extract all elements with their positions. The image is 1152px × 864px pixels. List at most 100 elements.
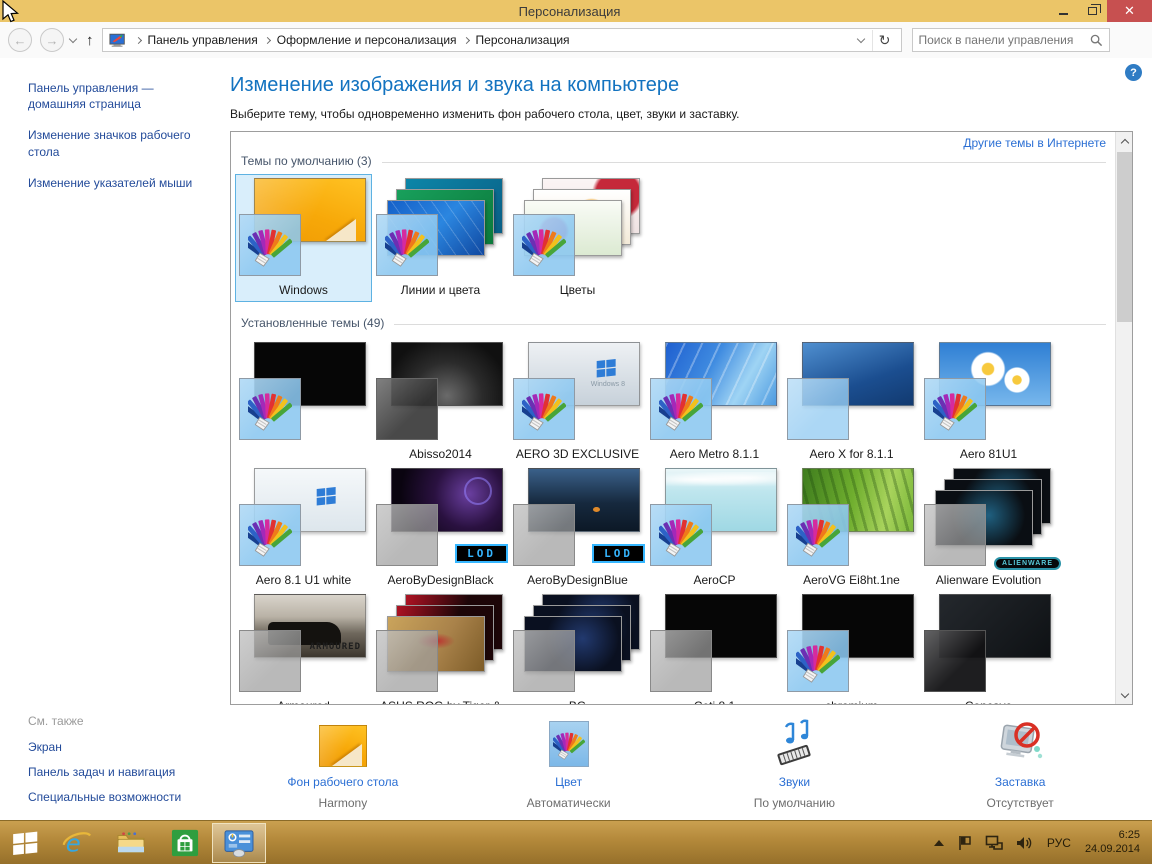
back-button[interactable]: ← [8, 28, 32, 52]
color-icon [548, 717, 589, 767]
setting-label[interactable]: Заставка [995, 775, 1046, 789]
theme-item-aerobydesignblue[interactable]: LOD AeroByDesignBlue [509, 464, 646, 592]
scroll-up-button[interactable] [1116, 132, 1132, 149]
theme-label: chromium [787, 699, 916, 704]
refresh-button[interactable]: ↻ [871, 29, 897, 51]
theme-item-flowers[interactable]: Цветы [509, 174, 646, 302]
volume-icon[interactable] [1015, 835, 1033, 851]
setting-value: По умолчанию [753, 796, 835, 810]
taskbar-store[interactable] [158, 823, 212, 863]
sounds-icon [768, 717, 820, 767]
address-dropdown-chevron-icon[interactable] [856, 34, 866, 44]
setting-label[interactable]: Фон рабочего стола [287, 775, 398, 789]
recent-pages-chevron-icon[interactable] [68, 34, 78, 44]
theme-item-chromium[interactable]: chromium [783, 590, 920, 704]
theme-swatch-icon [239, 214, 301, 276]
up-button[interactable]: ↑ [86, 32, 94, 49]
lod-badge: LOD [455, 544, 508, 563]
scroll-down-button[interactable] [1116, 687, 1132, 704]
theme-swatch-icon [650, 378, 712, 440]
theme-item-asus-rog[interactable]: ASUS ROG by Tiger & [372, 590, 509, 704]
scrollbar-thumb[interactable] [1117, 152, 1132, 322]
theme-label: AERO 3D EXCLUSIVE [515, 447, 640, 461]
theme-list-scrollbar[interactable] [1115, 132, 1132, 704]
theme-label [239, 447, 368, 462]
theme-item-aero-x[interactable]: Aero X for 8.1.1 [783, 338, 920, 466]
theme-item-abisso2014[interactable]: Abisso2014 [372, 338, 509, 466]
sidebar-link-desktop-icons[interactable]: Изменение значков рабочего стола [28, 127, 213, 159]
theme-item-bg[interactable]: BG [509, 590, 646, 704]
taskbar-internet-explorer[interactable]: e [50, 823, 104, 863]
close-button[interactable]: ✕ [1107, 0, 1152, 22]
sidebar-link-display[interactable]: Экран [28, 740, 213, 754]
restore-button[interactable] [1078, 0, 1107, 22]
desktop-background-icon [318, 717, 367, 767]
theme-label: ASUS ROG by Tiger & [376, 699, 505, 704]
clock-time: 6:25 [1118, 828, 1140, 841]
breadcrumb-appearance[interactable]: Оформление и персонализация [277, 33, 457, 47]
personalization-icon [108, 33, 125, 47]
setting-label[interactable]: Звуки [779, 775, 810, 789]
theme-item-aero-3d-exclusive[interactable]: Windows 8 AERO 3D EXCLUSIVE [509, 338, 646, 466]
start-button[interactable] [0, 823, 50, 863]
page-subtitle: Выберите тему, чтобы одновременно измени… [230, 107, 740, 121]
taskbar-clock[interactable]: 6:25 24.09.2014 [1085, 829, 1140, 857]
sidebar-link-control-panel-home[interactable]: Панель управления — домашняя страница [28, 80, 213, 112]
desktop-background-setting[interactable]: Фон рабочего стола Harmony [230, 717, 456, 810]
address-bar[interactable]: Панель управления Оформление и персонали… [101, 28, 902, 52]
wallpaper-caption: Windows 8 [590, 381, 625, 388]
theme-item-unnamed[interactable] [235, 338, 372, 466]
setting-value: Отсутствует [986, 796, 1054, 810]
taskbar-file-explorer[interactable] [104, 823, 158, 863]
sounds-setting[interactable]: Звуки По умолчанию [682, 717, 908, 810]
theme-item-aero-81-u1-white[interactable]: Aero 8.1 U1 white [235, 464, 372, 592]
theme-item-concave[interactable]: Concave [920, 590, 1057, 704]
search-icon[interactable] [1090, 34, 1103, 47]
theme-item-aerovg[interactable]: AeroVG Ei8ht.1ne [783, 464, 920, 592]
theme-item-windows[interactable]: Windows [235, 174, 372, 302]
theme-swatch-icon [239, 378, 301, 440]
alienware-badge: ALIENWARE [994, 557, 1061, 570]
group-header-installed-themes: Установленные темы (49) [241, 316, 1106, 330]
taskbar-control-panel-active[interactable] [212, 823, 266, 863]
show-hidden-icons-button[interactable] [933, 839, 945, 847]
forward-button[interactable]: → [40, 28, 64, 52]
theme-item-aero-81u1[interactable]: Aero 81U1 [920, 338, 1057, 466]
more-themes-online-link[interactable]: Другие темы в Интернете [963, 136, 1106, 150]
color-setting[interactable]: Цвет Автоматически [456, 717, 682, 810]
breadcrumb-personalization[interactable]: Персонализация [476, 33, 570, 47]
network-icon[interactable] [985, 835, 1003, 851]
theme-label: AeroVG Ei8ht.1ne [803, 573, 900, 587]
theme-item-armoured[interactable]: ARMOURED Armoured [235, 590, 372, 704]
theme-overlay-icon [650, 630, 712, 692]
minimize-button[interactable] [1049, 0, 1078, 22]
breadcrumb-control-panel[interactable]: Панель управления [148, 33, 258, 47]
windows-logo-icon [315, 485, 337, 507]
theme-item-lines-and-colors[interactable]: Линии и цвета [372, 174, 509, 302]
screensaver-setting[interactable]: Заставка Отсутствует [907, 717, 1133, 810]
sidebar: Панель управления — домашняя страница Из… [0, 58, 228, 820]
theme-item-aero-metro[interactable]: Aero Metro 8.1.1 [646, 338, 783, 466]
search-input[interactable] [918, 33, 1090, 47]
setting-value: Автоматически [526, 796, 611, 810]
clock-date: 24.09.2014 [1084, 842, 1140, 855]
navigation-toolbar: ← → ↑ Панель управления Оформление и пер… [0, 22, 1152, 58]
theme-item-aerobydesignblack[interactable]: LOD AeroByDesignBlack [372, 464, 509, 592]
sidebar-link-taskbar[interactable]: Панель задач и навигация [28, 765, 213, 779]
language-indicator[interactable]: РУС [1047, 836, 1071, 850]
theme-item-alienware-evolution[interactable]: ALIENWARE Alienware Evolution [920, 464, 1061, 592]
theme-overlay-icon [924, 504, 986, 566]
theme-swatch-icon [513, 214, 575, 276]
theme-label: Concave [924, 699, 1053, 704]
theme-label: BG [513, 699, 642, 704]
theme-overlay-icon [924, 630, 986, 692]
theme-list-panel: Другие темы в Интернете Темы по умолчани… [230, 131, 1133, 705]
windows-logo-icon [595, 357, 617, 379]
setting-label[interactable]: Цвет [555, 775, 582, 789]
action-center-flag-icon[interactable] [957, 835, 973, 851]
theme-item-ceti[interactable]: Ceti 8.1 [646, 590, 783, 704]
sidebar-link-ease-of-access[interactable]: Специальные возможности [28, 790, 213, 804]
theme-item-aerocp[interactable]: AeroCP [646, 464, 783, 592]
search-box[interactable] [911, 28, 1110, 52]
sidebar-link-mouse-pointers[interactable]: Изменение указателей мыши [28, 175, 213, 191]
